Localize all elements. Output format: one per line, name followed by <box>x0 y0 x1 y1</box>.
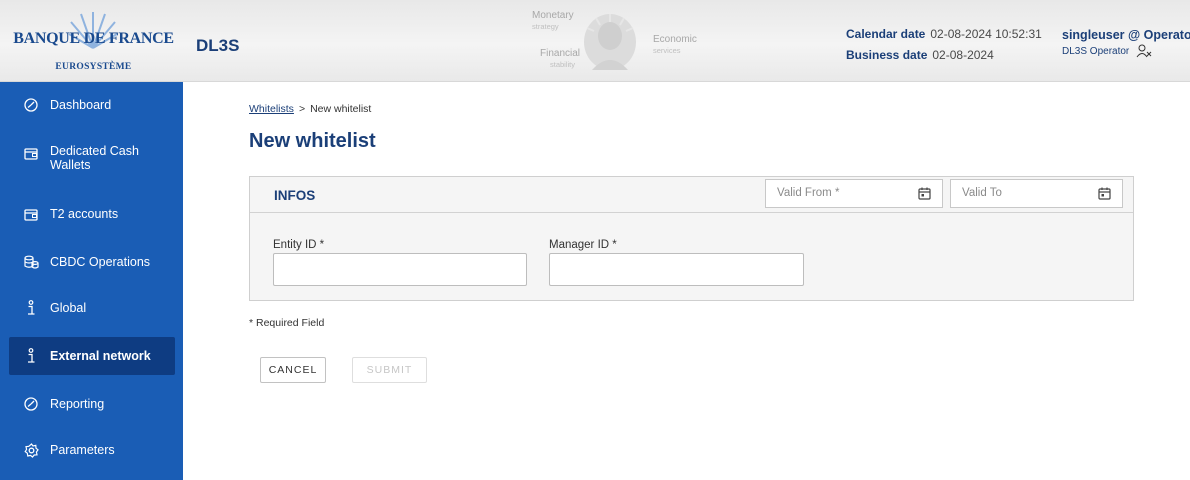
breadcrumb: Whitelists > New whitelist <box>249 103 371 115</box>
bust-illustration-icon <box>584 14 636 70</box>
banque-de-france-logo[interactable]: BANQUE DE FRANCE EUROSYSTÈME <box>9 10 178 78</box>
infos-card-header: INFOS Valid From * Valid To <box>250 177 1133 213</box>
sidebar-item-reporting[interactable]: Reporting <box>9 385 175 423</box>
mission-services: services <box>653 46 681 55</box>
breadcrumb-current: New whitelist <box>310 103 372 115</box>
app-name: DL3S <box>196 36 240 55</box>
business-date-value: 02-08-2024 <box>932 48 994 62</box>
sidebar: Dashboard Dedicated Cash Wallets T2 acco… <box>0 82 183 480</box>
valid-to-field[interactable]: Valid To <box>950 179 1123 208</box>
required-field-note: * Required Field <box>249 317 325 329</box>
business-date-label: Business date <box>846 48 928 62</box>
manager-id-label: Manager ID * <box>549 239 617 251</box>
main-content: Whitelists > New whitelist New whitelist I… <box>183 82 1190 480</box>
mission-banner: Monetary strategy Economic services Fina… <box>510 10 710 72</box>
breadcrumb-separator: > <box>298 103 306 115</box>
date-panel: Calendar date 02-08-2024 10:52:31 Busines… <box>846 27 1042 69</box>
sidebar-item-label: Reporting <box>50 397 105 411</box>
entity-id-label: Entity ID * <box>273 239 325 251</box>
infos-section-title: INFOS <box>274 188 316 203</box>
user-role-row: DL3S Operator <box>1062 44 1190 58</box>
app-header: BANQUE DE FRANCE EUROSYSTÈME DL3S Moneta… <box>0 0 1190 82</box>
sidebar-item-label: Global <box>50 301 87 315</box>
sidebar-item-label: Dedicated Cash Wallets <box>50 144 139 172</box>
infos-card: INFOS Valid From * Valid To Entity ID * … <box>249 176 1134 301</box>
entity-id-input[interactable] <box>273 253 527 286</box>
business-date: Business date 02-08-2024 <box>846 48 1042 69</box>
gauge-icon <box>23 396 39 412</box>
valid-to-placeholder: Valid To <box>962 187 1002 199</box>
logo-title: BANQUE DE FRANCE <box>13 30 174 47</box>
calendar-date: Calendar date 02-08-2024 10:52:31 <box>846 27 1042 48</box>
mission-financial: Financial <box>540 48 581 59</box>
info-icon <box>23 300 39 316</box>
logo-subtitle: EUROSYSTÈME <box>55 62 132 72</box>
coins-icon <box>23 254 39 270</box>
info-icon <box>23 348 39 364</box>
sidebar-item-dashboard[interactable]: Dashboard <box>9 86 175 124</box>
sidebar-item-external-network[interactable]: External network <box>9 337 175 375</box>
gear-icon <box>23 442 39 458</box>
manager-id-input[interactable] <box>549 253 804 286</box>
sidebar-item-label: T2 accounts <box>50 207 119 221</box>
sidebar-item-global[interactable]: Global <box>9 289 175 327</box>
valid-from-placeholder: Valid From * <box>777 187 840 199</box>
calendar-icon[interactable] <box>918 187 931 200</box>
valid-from-field[interactable]: Valid From * <box>765 179 943 208</box>
sidebar-item-t2-accounts[interactable]: T2 accounts <box>9 195 175 233</box>
mission-monetary: Monetary <box>532 10 574 21</box>
sidebar-item-label: External network <box>50 349 151 363</box>
user-name: singleuser @ Operator <box>1062 28 1190 42</box>
sidebar-item-label: Dashboard <box>50 98 112 112</box>
user-panel: singleuser @ Operator DL3S Operator <box>1062 28 1190 58</box>
sidebar-item-label: Parameters <box>50 443 115 457</box>
submit-button[interactable]: SUBMIT <box>352 357 427 383</box>
wallet-icon <box>23 145 39 161</box>
mission-economic: Economic <box>653 34 697 45</box>
page-title: New whitelist <box>249 130 376 152</box>
calendar-icon[interactable] <box>1098 187 1111 200</box>
breadcrumb-link-whitelists[interactable]: Whitelists <box>249 103 294 115</box>
mission-strategy: strategy <box>532 22 559 31</box>
calendar-date-label: Calendar date <box>846 27 926 41</box>
calendar-date-value: 02-08-2024 10:52:31 <box>930 27 1042 41</box>
dashboard-gauge-icon <box>23 97 39 113</box>
mission-stability: stability <box>550 60 576 69</box>
wallet-icon <box>23 206 39 222</box>
sidebar-item-label: CBDC Operations <box>50 255 151 269</box>
sidebar-item-parameters[interactable]: Parameters <box>9 431 175 469</box>
user-role: DL3S Operator <box>1062 46 1130 57</box>
logout-user-icon[interactable] <box>1136 44 1152 58</box>
sidebar-item-dedicated-cash-wallets[interactable]: Dedicated Cash Wallets <box>9 134 175 182</box>
sidebar-item-cbdc-operations[interactable]: CBDC Operations <box>9 243 175 281</box>
cancel-button[interactable]: CANCEL <box>260 357 326 383</box>
